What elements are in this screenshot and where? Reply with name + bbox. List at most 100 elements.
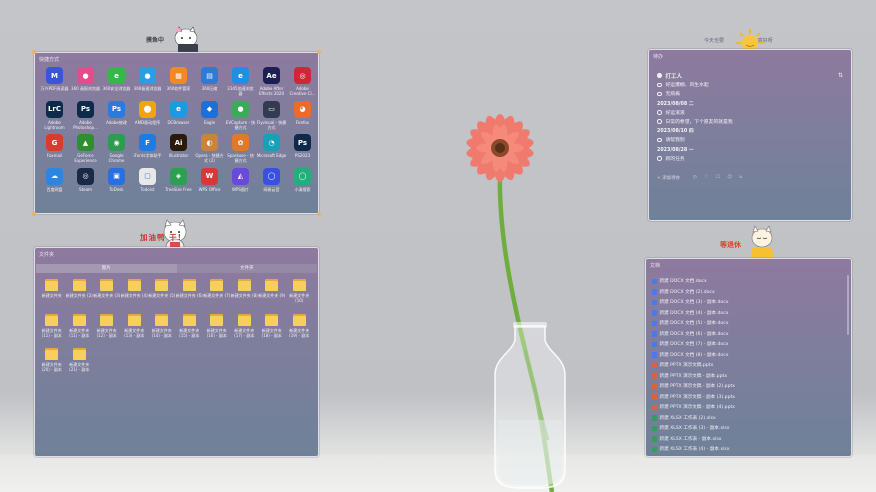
app-shortcut[interactable]: G Foxmail xyxy=(39,134,70,168)
app-shortcut[interactable]: Ai Illustrator xyxy=(163,134,194,168)
app-shortcut[interactable]: ◈ TreeSize Free xyxy=(163,167,194,202)
checkbox-icon[interactable] xyxy=(657,137,662,143)
folder-item[interactable]: 新建文件夹 (14) - 副本 xyxy=(148,313,176,348)
app-shortcut[interactable]: ▦ 360软件管家 xyxy=(163,67,194,101)
document-item[interactable]: 新建 DOCX 文档 (2).docx xyxy=(652,287,848,298)
folder-item[interactable]: 新建文件夹 (9) xyxy=(258,278,286,313)
tab-folders[interactable]: 文件夹 xyxy=(176,264,317,273)
app-shortcut[interactable]: ▭ Flyvisual - 快捷方式 xyxy=(256,100,287,135)
checkbox-icon[interactable] xyxy=(657,91,662,97)
app-shortcut[interactable]: ● 360极速浏览器 xyxy=(132,67,163,101)
checkbox-icon[interactable] xyxy=(657,156,662,161)
document-item[interactable]: 新建 XLSX 工作表 (3) - 副本.xlsx xyxy=(652,423,848,434)
document-item[interactable]: 新建 PPTX 演示文稿 - 副本 (4).pptx xyxy=(652,402,848,413)
app-shortcut[interactable]: ▣ ToDesk xyxy=(101,167,132,202)
app-shortcut[interactable]: LrCAdobe Lightroom Classic xyxy=(39,100,70,135)
app-shortcut[interactable]: ◯ 网易云音 xyxy=(256,167,287,202)
app-shortcut[interactable]: e 360安全浏览器 xyxy=(101,67,132,101)
app-shortcut[interactable]: ▤ 360压缩 xyxy=(194,67,225,101)
document-item[interactable]: 新建 DOCX 文档 (5) - 副本.docx xyxy=(652,318,848,329)
app-shortcut[interactable]: FiFonts字体助手 xyxy=(132,134,163,168)
app-shortcut[interactable]: e DCBrowser xyxy=(163,100,194,135)
app-shortcut[interactable]: Ae Adobe After Effects 2020 xyxy=(256,67,287,101)
document-item[interactable]: 新建 PPTX 演示文稿 - 副本 (3).pptx xyxy=(652,392,848,403)
app-shortcut[interactable]: ☁ 百度网盘 xyxy=(39,167,70,202)
docs-scrollbar[interactable] xyxy=(847,275,849,335)
document-item[interactable]: 新建 PPTX 演示文稿 - 副本.pptx xyxy=(652,371,848,382)
folder-item[interactable]: 新建文件夹 (6) xyxy=(176,278,204,313)
folder-item[interactable]: 新建文件夹 (8) xyxy=(231,278,259,313)
resize-handle[interactable] xyxy=(32,212,36,216)
folder-item[interactable]: 新建文件夹 (19) - 副本 xyxy=(286,313,314,348)
app-shortcut[interactable]: ● 360 画报浏览器 xyxy=(70,67,101,101)
document-item[interactable]: 新建 DOCX 文档 (4) - 副本.docx xyxy=(652,308,848,319)
documents-panel[interactable]: 文档 新建 DOCX 文档.docx 新建 DOCX 文档 (2).docx 新建 … xyxy=(645,258,852,457)
checkbox-icon[interactable] xyxy=(657,110,662,115)
resize-handle[interactable] xyxy=(317,212,321,216)
app-shortcut[interactable]: e 2345加速浏览器 xyxy=(225,67,256,101)
folder-item[interactable]: 新建文件夹 (12) - 副本 xyxy=(93,313,121,348)
folder-item[interactable]: 新建文件夹 (16) - 副本 xyxy=(203,313,231,348)
add-todo-button[interactable]: + 添加待办 xyxy=(657,175,680,181)
document-item[interactable]: 新建 DOCX 文档 (6) - 副本.docx xyxy=(652,329,848,340)
document-item[interactable]: 新建 DOCX 文档.docx xyxy=(652,276,848,287)
todo-item[interactable]: 好运滚滚 xyxy=(657,108,847,117)
app-shortcut[interactable]: ◔ Microsoft Edge xyxy=(256,134,287,168)
folder-item[interactable]: 新建文件夹 (13) - 副本 xyxy=(121,313,149,348)
todo-item[interactable]: 打工人 xyxy=(657,71,847,80)
folder-item[interactable]: 新建文件夹 (17) - 副本 xyxy=(231,313,259,348)
document-item[interactable]: 新建 DOCX 文档 (8) - 副本.docx xyxy=(652,350,848,361)
todo-item[interactable]: 好运爆棚、风生水起 xyxy=(657,80,847,89)
app-shortcut[interactable]: Ps Adobe修改 xyxy=(101,100,132,135)
checkbox-icon[interactable] xyxy=(657,119,662,124)
folder-item[interactable]: 新建文件夹 (3) xyxy=(93,278,121,313)
app-shortcut[interactable]: ✿ Sparkuse - 快捷方式 xyxy=(225,134,256,168)
app-shortcut[interactable]: ◭ WPS图片 xyxy=(225,167,256,202)
todo-item[interactable]: 新的任务 xyxy=(657,154,847,163)
resize-handle[interactable] xyxy=(317,50,321,54)
folder-item[interactable]: 新建文件夹 (11) - 副本 xyxy=(38,313,66,348)
document-item[interactable]: 新建 PPTX 演示文稿 - 副本 (2).pptx xyxy=(652,381,848,392)
app-shortcut[interactable]: ◕ Firefox xyxy=(287,100,318,135)
folder-item[interactable]: 新建文件夹 (10) xyxy=(286,278,314,313)
app-shortcut[interactable]: ◉ Google Chrome xyxy=(101,134,132,168)
folder-item[interactable]: 新建文件夹 (15) - 副本 xyxy=(176,313,204,348)
app-shortcut[interactable]: ◆ Eagle xyxy=(194,100,225,135)
folder-item[interactable]: 新建文件夹 (11) - 副本 xyxy=(66,313,94,348)
checkbox-icon[interactable] xyxy=(657,82,662,88)
app-shortcut[interactable]: M 万兴PDF阅读器 xyxy=(39,67,70,101)
app-shortcuts-panel[interactable]: 快捷方式 M 万兴PDF阅读器 ● 360 画报浏览器 e 360安全浏览器 ● 360极速浏… xyxy=(34,52,319,214)
folder-item[interactable]: 新建文件夹 (2) xyxy=(66,278,94,313)
todo-item[interactable]: 无病痛 xyxy=(657,89,847,98)
document-item[interactable]: 新建 PPTX 演示文稿.pptx xyxy=(652,360,848,371)
folder-item[interactable]: 新建文件夹 (7) xyxy=(203,278,231,313)
document-item[interactable]: 新建 XLSX 工作表 (4) - 副本.xlsx xyxy=(652,444,848,455)
app-shortcut[interactable]: W WPS Office xyxy=(194,167,225,202)
app-shortcut[interactable]: ● EVCapture - 快捷方式 xyxy=(225,100,256,135)
todo-item[interactable]: 日常的希望，下个愿友的就是我 xyxy=(657,117,847,126)
document-item[interactable]: 新建 XLSX 工作表 (2).xlsx xyxy=(652,413,848,424)
folder-item[interactable]: 新建文件夹 (4) xyxy=(121,278,149,313)
app-shortcut[interactable]: Ps PS2023 xyxy=(287,134,318,168)
folder-item[interactable]: 新建文件夹 (18) - 副本 xyxy=(258,313,286,348)
app-shortcut[interactable]: ◐ Opera - 快捷方式 (2) xyxy=(194,134,225,168)
resize-handle[interactable] xyxy=(32,50,36,54)
todo-item[interactable]: 请帮我别 xyxy=(657,135,847,144)
document-item[interactable]: 新建 DOCX 文档 (3) - 副本.docx xyxy=(652,297,848,308)
app-shortcut[interactable]: ◎ Adobe Creative Cl... xyxy=(287,67,318,101)
app-shortcut[interactable]: ▲ GeForce Experience xyxy=(70,134,101,168)
app-shortcut[interactable]: ⬤ AMD驱动程序 xyxy=(132,100,163,135)
app-shortcut[interactable]: ◎ Steam xyxy=(70,167,101,202)
document-item[interactable]: 新建 XLSX 工作表 - 副本.xlsx xyxy=(652,434,848,445)
folder-item[interactable]: 新建文件夹 (20) - 副本 xyxy=(38,347,66,382)
folder-item[interactable]: 新建文件夹 (21) - 副本 xyxy=(66,347,94,382)
checkbox-icon[interactable] xyxy=(657,73,662,78)
folder-item[interactable]: 新建文件夹 (5) xyxy=(148,278,176,313)
app-shortcut[interactable]: ◯ 小清搜索 xyxy=(287,167,318,202)
app-shortcut[interactable]: Ps Adobe Photoshop... xyxy=(70,100,101,135)
tab-images[interactable]: 图片 xyxy=(36,264,177,273)
document-item[interactable]: 新建 DOCX 文档 (7) - 副本.docx xyxy=(652,339,848,350)
folder-panel[interactable]: 文件夹 图片 文件夹 新建文件夹 新建文件夹 (2) 新建文件夹 (3) 新建文件夹 … xyxy=(34,247,319,457)
folder-item[interactable]: 新建文件夹 xyxy=(38,278,66,313)
todo-panel[interactable]: 待办 ⇅ 打工人 好运爆棚、风生水起 无病痛 2023/08/08 二好运滚滚 日常的希… xyxy=(648,49,852,221)
